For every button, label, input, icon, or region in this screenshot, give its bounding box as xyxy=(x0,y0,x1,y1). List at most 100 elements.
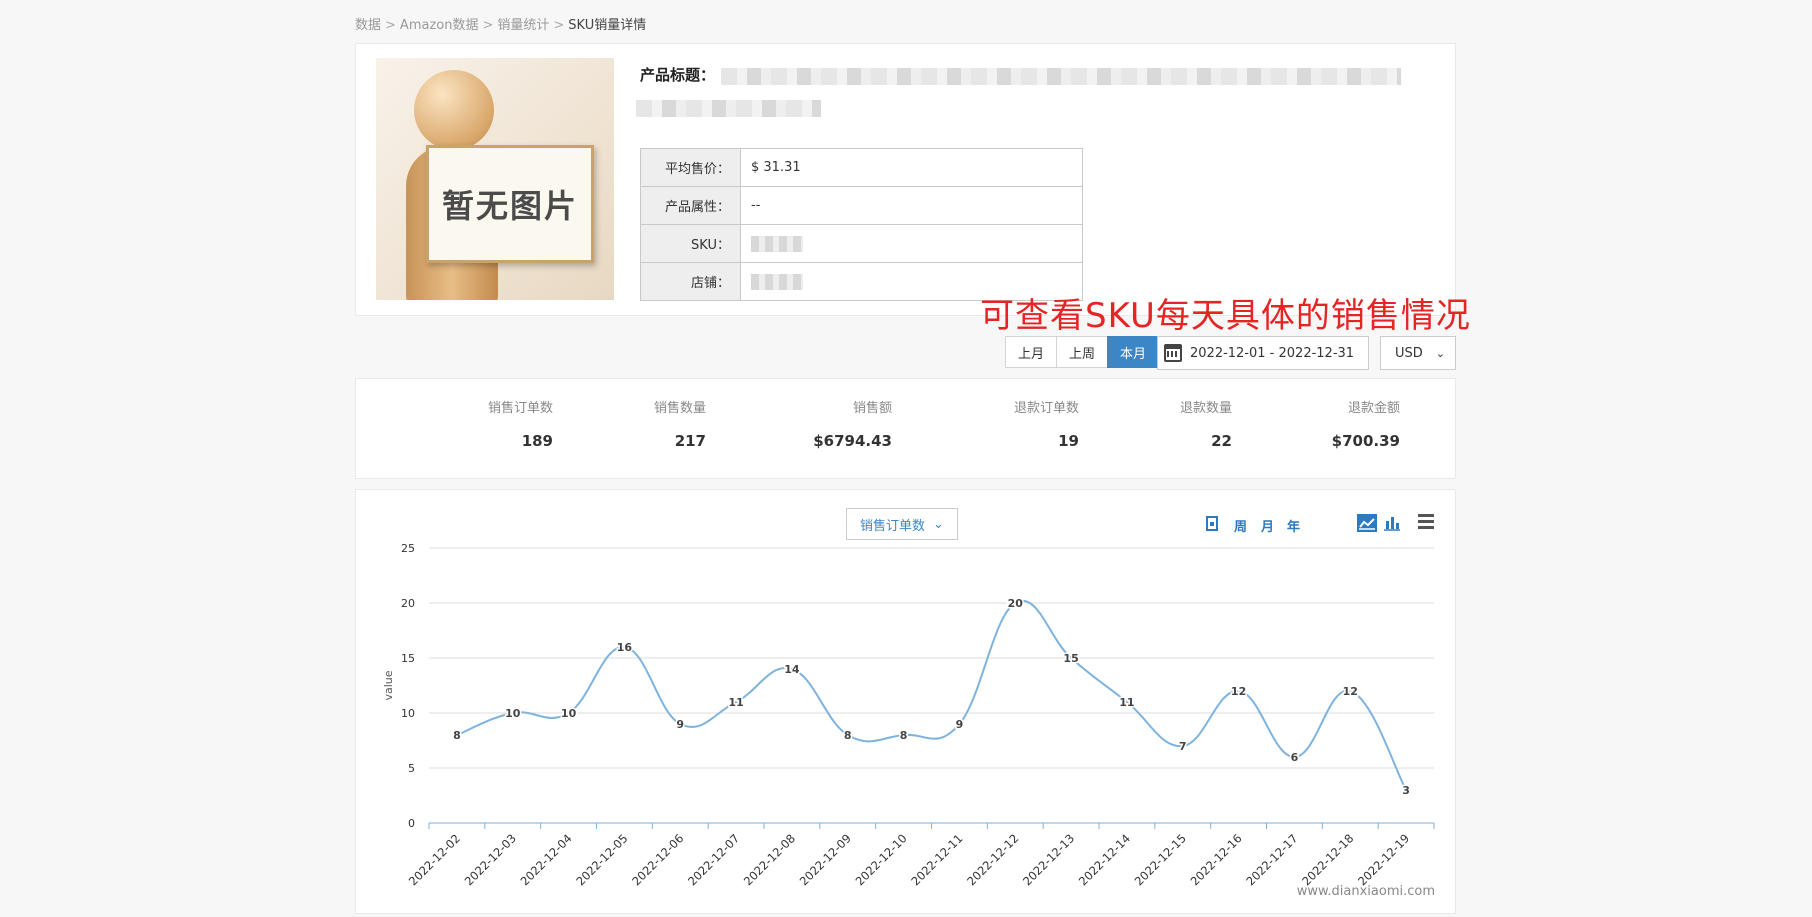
stat-label: 退款数量 xyxy=(1179,401,1232,416)
breadcrumb-separator: > xyxy=(482,18,494,33)
y-axis-label: value xyxy=(382,670,395,700)
x-tick-label: 2022-12-11 xyxy=(908,831,965,888)
stat-label: 销售数量 xyxy=(653,401,706,416)
data-label: 11 xyxy=(1119,696,1134,709)
info-value: $ 31.31 xyxy=(740,148,1083,187)
breadcrumb: 数据 > Amazon数据 > 销量统计 > SKU销量详情 xyxy=(355,14,646,33)
product-info-table: 平均售价： $ 31.31 产品属性： -- SKU： 店铺： xyxy=(640,148,1083,301)
this-month-button[interactable]: 本月 xyxy=(1107,336,1160,368)
data-label: 10 xyxy=(505,707,521,720)
x-tick-label: 2022-12-02 xyxy=(406,831,463,888)
data-label: 8 xyxy=(844,729,852,742)
product-panel: 暂无图片 产品标题： 平均售价： $ 31.31 产品属性： -- SKU： 店… xyxy=(355,43,1456,316)
y-tick-label: 0 xyxy=(408,817,415,830)
stat-value: 22 xyxy=(1211,432,1232,450)
blurred-title-line-2 xyxy=(636,100,821,117)
info-value-blurred xyxy=(740,224,1083,263)
x-tick-label: 2022-12-07 xyxy=(685,831,742,888)
info-value: -- xyxy=(740,186,1083,225)
stat-label: 退款订单数 xyxy=(1013,401,1079,416)
data-label: 3 xyxy=(1402,784,1410,797)
stat-label: 退款金额 xyxy=(1347,401,1400,416)
data-label: 20 xyxy=(1008,597,1024,610)
product-image-placeholder: 暂无图片 xyxy=(376,58,614,300)
stat-refund-amount: 退款金额 $700.39 xyxy=(1332,397,1400,450)
figure-head xyxy=(414,70,494,150)
date-range-picker[interactable]: 2022-12-01 - 2022-12-31 xyxy=(1157,336,1369,370)
y-tick-label: 5 xyxy=(408,762,415,775)
x-tick-label: 2022-12-12 xyxy=(964,831,1021,888)
breadcrumb-item[interactable]: Amazon数据 xyxy=(400,18,479,33)
data-label: 11 xyxy=(728,696,743,709)
breadcrumb-current: SKU销量详情 xyxy=(568,18,647,33)
data-label: 15 xyxy=(1063,652,1078,665)
data-label: 7 xyxy=(1179,740,1187,753)
stat-sales-quantity: 销售数量 217 xyxy=(654,397,706,450)
x-tick-label: 2022-12-18 xyxy=(1299,831,1356,888)
stat-refund-orders: 退款订单数 19 xyxy=(1014,397,1079,450)
x-tick-label: 2022-12-09 xyxy=(797,831,854,888)
currency-select[interactable]: USD ⌄ xyxy=(1380,336,1456,370)
info-row-price: 平均售价： $ 31.31 xyxy=(640,148,1083,187)
x-tick-label: 2022-12-05 xyxy=(573,831,630,888)
data-label: 14 xyxy=(784,663,800,676)
info-key: SKU： xyxy=(640,224,741,263)
x-tick-label: 2022-12-04 xyxy=(518,831,575,888)
annotation-text: 可查看SKU每天具体的销售情况 xyxy=(980,296,1471,336)
x-tick-label: 2022-12-06 xyxy=(629,831,686,888)
data-label: 10 xyxy=(561,707,577,720)
chart-panel: 销售订单数 ⌄ 周 月 年 0 5 10 15 20 25 value 2022-12-02 2… xyxy=(355,489,1456,914)
data-label: 8 xyxy=(453,729,461,742)
data-label: 6 xyxy=(1291,751,1299,764)
stat-refund-quantity: 退款数量 22 xyxy=(1180,397,1232,450)
stats-panel: 销售订单数 189 销售数量 217 销售额 $6794.43 退款订单数 19… xyxy=(355,378,1456,479)
no-image-board: 暂无图片 xyxy=(426,145,594,263)
stat-value: $6794.43 xyxy=(813,432,892,450)
x-tick-label: 2022-12-16 xyxy=(1188,831,1245,888)
sales-line-chart: 0510152025value2022-12-022022-12-032022-… xyxy=(382,542,1435,888)
data-label: 9 xyxy=(676,718,684,731)
stat-sales-orders: 销售订单数 189 xyxy=(488,397,553,450)
currency-value: USD xyxy=(1395,345,1423,361)
data-label: 16 xyxy=(617,641,633,654)
breadcrumb-item[interactable]: 数据 xyxy=(355,18,381,33)
data-label: 12 xyxy=(1231,685,1246,698)
stat-value: 19 xyxy=(1058,432,1079,450)
last-month-button[interactable]: 上月 xyxy=(1005,336,1058,368)
stat-value: 217 xyxy=(674,432,706,450)
info-key: 店铺： xyxy=(640,262,741,301)
info-row-sku: SKU： xyxy=(640,224,1083,263)
y-tick-label: 10 xyxy=(401,707,415,720)
calendar-icon xyxy=(1164,344,1182,362)
blurred-title-line-1 xyxy=(721,68,1401,85)
range-button-group: 上月 上周 本月 xyxy=(1005,336,1160,368)
y-tick-label: 15 xyxy=(401,652,415,665)
blurred-store xyxy=(751,273,803,290)
stat-label: 销售额 xyxy=(852,401,892,416)
stat-label: 销售订单数 xyxy=(487,401,553,416)
x-tick-label: 2022-12-14 xyxy=(1076,831,1133,888)
breadcrumb-item[interactable]: 销量统计 xyxy=(497,18,549,33)
x-tick-label: 2022-12-17 xyxy=(1243,831,1300,888)
breadcrumb-separator: > xyxy=(385,18,396,33)
product-title-label: 产品标题： xyxy=(640,66,716,84)
data-label: 12 xyxy=(1343,685,1358,698)
info-row-attributes: 产品属性： -- xyxy=(640,186,1083,225)
y-tick-label: 25 xyxy=(401,542,415,555)
date-range-value: 2022-12-01 - 2022-12-31 xyxy=(1190,345,1355,361)
breadcrumb-separator: > xyxy=(553,18,565,33)
chevron-down-icon: ⌄ xyxy=(1435,346,1445,360)
x-tick-label: 2022-12-13 xyxy=(1020,831,1077,888)
x-tick-label: 2022-12-19 xyxy=(1355,831,1412,888)
stat-sales-amount: 销售额 $6794.43 xyxy=(813,397,892,450)
blurred-sku xyxy=(751,235,803,252)
x-tick-label: 2022-12-03 xyxy=(462,831,519,888)
x-tick-label: 2022-12-10 xyxy=(853,831,910,888)
info-key: 产品属性： xyxy=(640,186,741,225)
x-tick-label: 2022-12-15 xyxy=(1132,831,1189,888)
info-key: 平均售价： xyxy=(640,148,741,187)
last-week-button[interactable]: 上周 xyxy=(1056,336,1109,368)
stat-value: $700.39 xyxy=(1331,432,1400,450)
y-tick-label: 20 xyxy=(401,597,415,610)
x-tick-label: 2022-12-08 xyxy=(741,831,798,888)
